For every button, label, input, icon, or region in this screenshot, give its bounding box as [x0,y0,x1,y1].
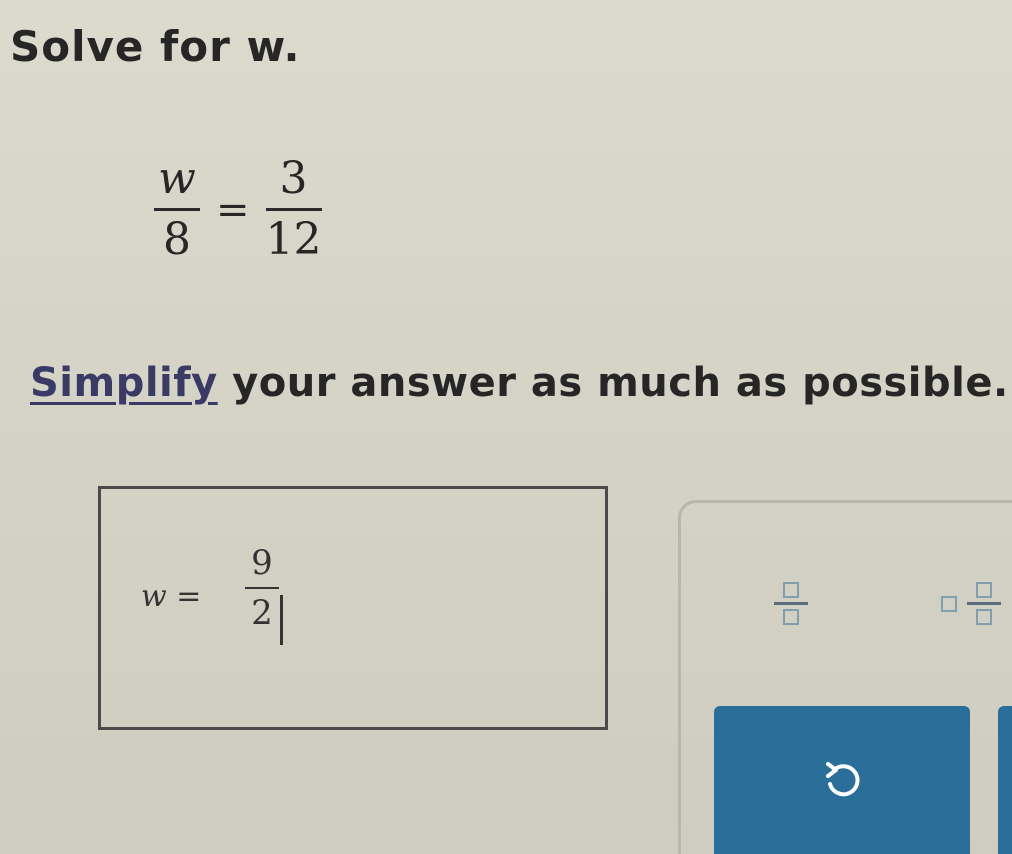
mixed-number-whole-icon [941,596,957,612]
left-fraction: w 8 [148,152,206,267]
fraction-template-button[interactable] [759,563,823,643]
left-numerator: w [158,153,196,204]
fraction-bar [265,208,322,211]
answer-variable-label: w = [141,579,202,614]
simplify-link[interactable]: Simplify [30,360,218,406]
mixed-number-template-icon [967,581,1001,625]
text-cursor [279,595,283,645]
answer-fraction-bar [245,587,279,589]
instruction-text: Simplify your answer as much as possible… [30,360,1009,406]
question-prompt: Solve for w. [10,22,301,71]
right-fraction: 3 12 [260,152,328,267]
answer-input-box[interactable]: w = 9 2 [98,486,608,730]
undo-icon [826,762,860,797]
answer-fraction[interactable]: 9 2 [245,541,283,645]
fraction-bar [154,208,200,211]
answer-numerator[interactable]: 9 [251,541,273,585]
answer-denominator[interactable]: 2 [251,593,273,633]
answer-denominator-slot[interactable]: 2 [251,591,283,645]
right-numerator: 3 [279,153,308,204]
undo-button[interactable] [714,706,970,854]
equals-sign: = [216,186,250,233]
equation: w 8 = 3 12 [148,152,328,267]
right-denominator: 12 [265,214,322,265]
screen: Solve for w. w 8 = 3 12 Simplify your an… [0,0,1012,854]
left-denominator: 8 [163,214,191,265]
instruction-rest: your answer as much as possible. [217,360,1009,406]
fraction-template-icon [774,581,808,625]
next-button-edge[interactable] [998,706,1012,854]
mixed-number-template-button[interactable] [927,563,1012,643]
